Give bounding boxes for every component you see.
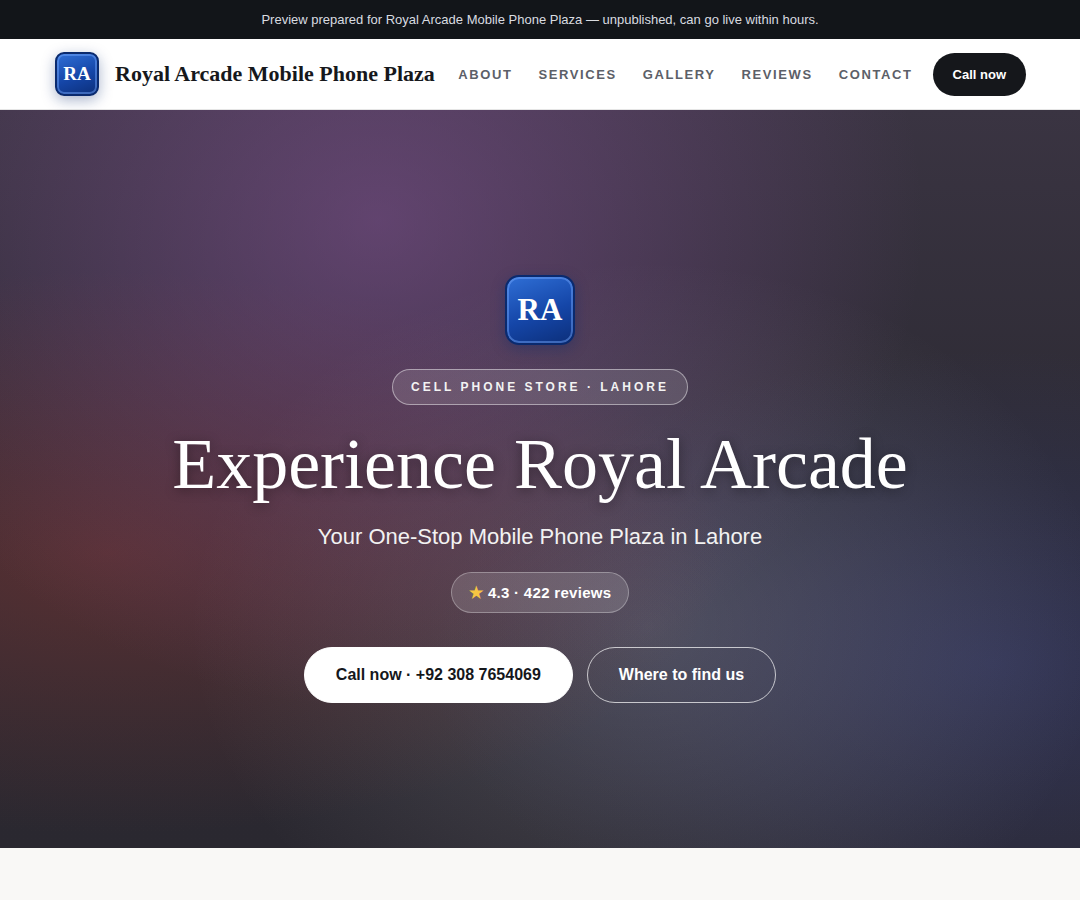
brand-logo[interactable]: RA xyxy=(55,52,99,96)
preview-banner: Preview prepared for Royal Arcade Mobile… xyxy=(0,0,1080,39)
nav-link[interactable]: GALLERY xyxy=(643,67,716,82)
hero-logo: RA xyxy=(505,275,575,345)
hero-subtitle: Your One-Stop Mobile Phone Plaza in Laho… xyxy=(318,524,762,550)
category-badge: CELL PHONE STORE · LAHORE xyxy=(392,369,688,405)
rating-text: 4.3 · 422 reviews xyxy=(488,584,612,601)
star-icon: ★ xyxy=(469,583,483,602)
next-section xyxy=(0,848,1080,900)
nav-link[interactable]: SERVICES xyxy=(538,67,616,82)
directions-button[interactable]: Where to find us xyxy=(587,647,776,703)
rating-badge: ★ 4.3 · 422 reviews xyxy=(451,572,630,613)
nav-link[interactable]: CONTACT xyxy=(839,67,913,82)
navbar: RA Royal Arcade Mobile Phone Plaza ABOUT SE… xyxy=(0,39,1080,110)
nav-link[interactable]: ABOUT xyxy=(458,67,512,82)
hero-title: Experience Royal Arcade xyxy=(172,425,908,504)
nav-link[interactable]: REVIEWS xyxy=(742,67,813,82)
hero-buttons: Call now · +92 308 7654069Where to find … xyxy=(304,647,776,703)
brand-name[interactable]: Royal Arcade Mobile Phone Plaza xyxy=(115,61,435,87)
call-button[interactable]: Call now · +92 308 7654069 xyxy=(304,647,573,703)
call-now-button[interactable]: Call now xyxy=(933,53,1026,96)
nav-links: ABOUT SERVICES GALLERY REVIEWS CONTACT xyxy=(458,67,912,82)
hero: RA CELL PHONE STORE · LAHORE Experience Ro… xyxy=(0,110,1080,848)
page: Preview prepared for Royal Arcade Mobile… xyxy=(0,0,1080,900)
